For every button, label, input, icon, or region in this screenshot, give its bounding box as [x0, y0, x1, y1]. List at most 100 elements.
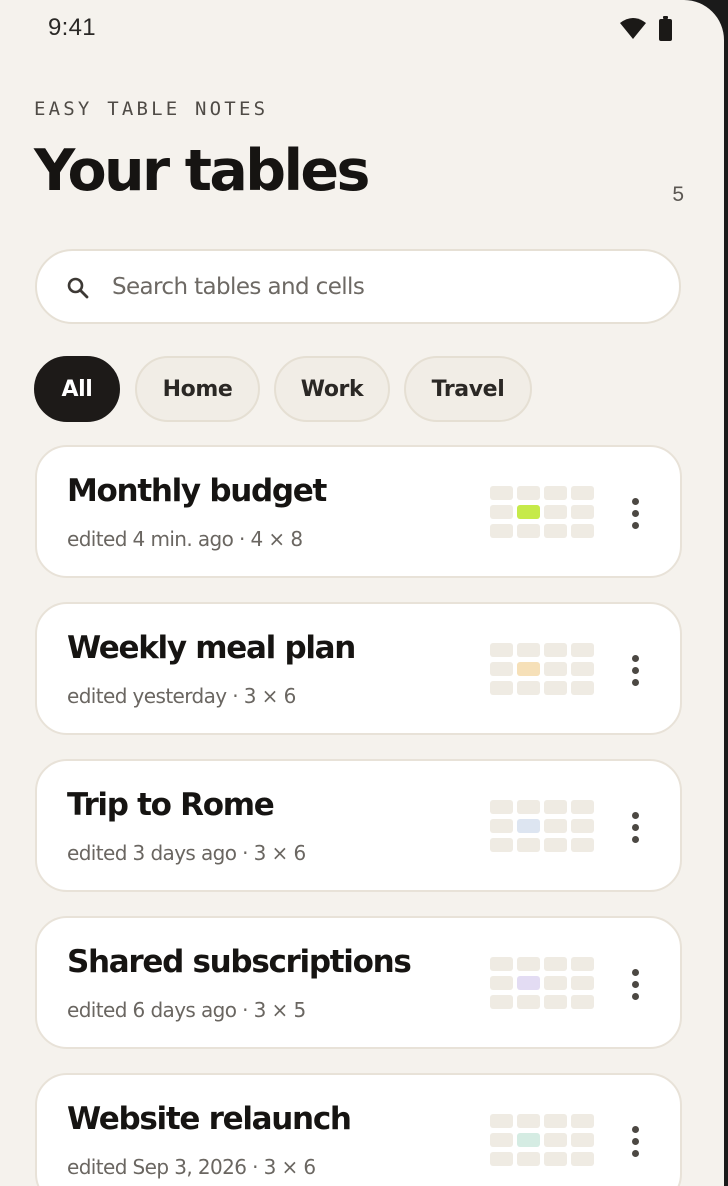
chip-all[interactable]: All [34, 356, 120, 422]
preview-cell [571, 505, 594, 519]
preview-cell [517, 838, 540, 852]
screen-edge [724, 0, 728, 1186]
more-vertical-icon[interactable] [617, 960, 653, 1008]
preview-cell [490, 976, 513, 990]
table-title: Weekly meal plan [67, 630, 356, 666]
preview-cell [490, 524, 513, 538]
preview-cell [544, 524, 567, 538]
app-name: EASY TABLE NOTES [34, 98, 269, 120]
table-count: 5 [672, 183, 684, 206]
preview-cell [544, 800, 567, 814]
preview-cell [544, 486, 567, 500]
preview-cell [517, 995, 540, 1009]
table-card[interactable]: Weekly meal plan edited yesterday · 3 × … [35, 602, 682, 735]
table-preview-grid [490, 1114, 594, 1167]
table-meta: edited 6 days ago · 3 × 5 [67, 998, 306, 1022]
preview-cell [490, 681, 513, 695]
preview-cell [571, 643, 594, 657]
preview-cell [490, 838, 513, 852]
table-preview-grid [490, 643, 594, 696]
table-preview-grid [490, 957, 594, 1010]
preview-cell [517, 681, 540, 695]
page-title: Your tables [34, 138, 370, 204]
status-time: 9:41 [48, 14, 96, 41]
wifi-icon [620, 18, 646, 39]
preview-cell [490, 1152, 513, 1166]
preview-cell [517, 976, 540, 990]
preview-cell [517, 524, 540, 538]
preview-cell [517, 819, 540, 833]
table-card[interactable]: Trip to Rome edited 3 days ago · 3 × 6 [35, 759, 682, 892]
preview-cell [544, 1133, 567, 1147]
preview-cell [571, 838, 594, 852]
chip-work[interactable]: Work [274, 356, 390, 422]
table-title: Monthly budget [67, 473, 327, 509]
more-vertical-icon[interactable] [617, 489, 653, 537]
preview-cell [490, 1114, 513, 1128]
preview-cell [517, 1133, 540, 1147]
preview-cell [517, 662, 540, 676]
more-vertical-icon[interactable] [617, 646, 653, 694]
preview-cell [544, 819, 567, 833]
chip-travel[interactable]: Travel [404, 356, 532, 422]
preview-cell [490, 643, 513, 657]
more-vertical-icon[interactable] [617, 803, 653, 851]
table-card[interactable]: Website relaunch edited Sep 3, 2026 · 3 … [35, 1073, 682, 1186]
table-card[interactable]: Monthly budget edited 4 min. ago · 4 × 8 [35, 445, 682, 578]
preview-cell [517, 1152, 540, 1166]
table-title: Website relaunch [67, 1101, 352, 1137]
table-preview-grid [490, 486, 594, 539]
preview-cell [517, 1114, 540, 1128]
preview-cell [490, 957, 513, 971]
search-box[interactable] [35, 249, 681, 324]
preview-cell [544, 681, 567, 695]
table-meta: edited 4 min. ago · 4 × 8 [67, 527, 303, 551]
preview-cell [544, 838, 567, 852]
preview-cell [517, 505, 540, 519]
preview-cell [490, 819, 513, 833]
preview-cell [571, 976, 594, 990]
preview-cell [571, 957, 594, 971]
preview-cell [490, 800, 513, 814]
preview-cell [571, 819, 594, 833]
preview-cell [517, 643, 540, 657]
preview-cell [571, 681, 594, 695]
table-title: Shared subscriptions [67, 944, 412, 980]
status-bar: 9:41 [0, 0, 724, 62]
preview-cell [517, 957, 540, 971]
status-icons [620, 16, 676, 44]
preview-cell [571, 995, 594, 1009]
preview-cell [544, 957, 567, 971]
preview-cell [490, 995, 513, 1009]
preview-cell [490, 662, 513, 676]
preview-cell [490, 505, 513, 519]
chip-home[interactable]: Home [135, 356, 260, 422]
preview-cell [544, 1114, 567, 1128]
app-screen: 9:41 EASY TABLE NOTES Your tables 5 All … [0, 0, 724, 1186]
more-vertical-icon[interactable] [617, 1117, 653, 1165]
preview-cell [571, 524, 594, 538]
preview-cell [490, 1133, 513, 1147]
preview-cell [571, 1114, 594, 1128]
preview-cell [544, 505, 567, 519]
preview-cell [571, 800, 594, 814]
preview-cell [571, 1133, 594, 1147]
search-input[interactable] [112, 265, 652, 309]
preview-cell [571, 1152, 594, 1166]
table-meta: edited 3 days ago · 3 × 6 [67, 841, 306, 865]
preview-cell [517, 486, 540, 500]
preview-cell [544, 995, 567, 1009]
preview-cell [544, 1152, 567, 1166]
table-title: Trip to Rome [67, 787, 275, 823]
search-icon [67, 277, 89, 299]
preview-cell [571, 662, 594, 676]
preview-cell [490, 486, 513, 500]
preview-cell [544, 662, 567, 676]
preview-cell [544, 976, 567, 990]
preview-cell [571, 486, 594, 500]
table-card[interactable]: Shared subscriptions edited 6 days ago ·… [35, 916, 682, 1049]
table-preview-grid [490, 800, 594, 853]
table-meta: edited Sep 3, 2026 · 3 × 6 [67, 1155, 316, 1179]
battery-icon [659, 16, 672, 41]
table-meta: edited yesterday · 3 × 6 [67, 684, 296, 708]
